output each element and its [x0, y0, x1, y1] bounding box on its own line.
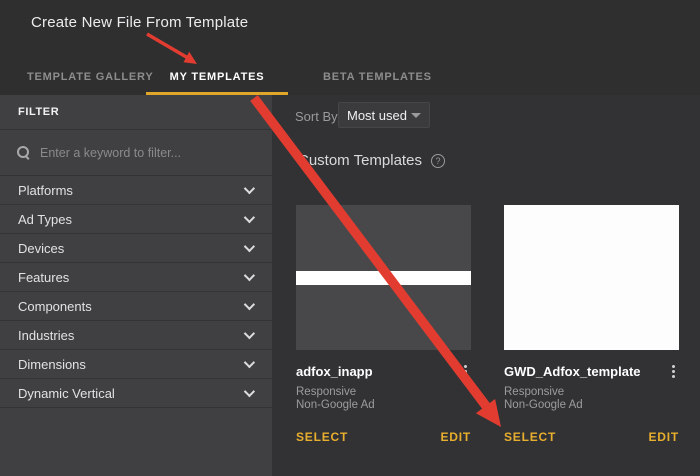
- edit-button[interactable]: EDIT: [648, 430, 679, 444]
- dialog-title: Create New File From Template: [31, 14, 248, 31]
- thumbnail-stripe: [296, 271, 471, 285]
- edit-button[interactable]: EDIT: [440, 430, 471, 444]
- sidebar-item-industries[interactable]: Industries: [0, 321, 272, 350]
- dropdown-caret-icon: [411, 113, 421, 118]
- sidebar-item-platforms[interactable]: Platforms: [0, 176, 272, 205]
- section-title-row: Custom Templates ?: [298, 152, 445, 169]
- sidebar-item-components[interactable]: Components: [0, 292, 272, 321]
- chevron-down-icon: [244, 299, 255, 310]
- template-title: GWD_Adfox_template: [504, 364, 641, 379]
- search-input[interactable]: [40, 146, 256, 160]
- chevron-down-icon: [244, 386, 255, 397]
- template-title: adfox_inapp: [296, 364, 373, 379]
- template-meta: Responsive Non-Google Ad: [504, 386, 679, 412]
- sort-by-dropdown[interactable]: Most used: [338, 102, 430, 128]
- annotation-arrow-small: [147, 34, 197, 64]
- chevron-down-icon: [244, 212, 255, 223]
- chevron-down-icon: [244, 270, 255, 281]
- kebab-menu-icon[interactable]: [460, 364, 471, 379]
- chevron-down-icon: [244, 357, 255, 368]
- search-icon: [16, 145, 31, 160]
- section-title: Custom Templates: [298, 152, 422, 169]
- chevron-down-icon: [244, 241, 255, 252]
- template-meta-ad-type: Non-Google Ad: [296, 399, 471, 412]
- sidebar-item-dynamic-vertical[interactable]: Dynamic Vertical: [0, 379, 272, 408]
- filter-search-row: [0, 130, 272, 176]
- dialog-body: FILTER Platforms Ad Types Devices Featur…: [0, 95, 700, 476]
- templates-panel: Sort By: Most used Custom Templates ? ad…: [272, 95, 700, 476]
- chevron-down-icon: [244, 183, 255, 194]
- template-thumbnail[interactable]: [296, 205, 471, 350]
- sidebar-item-features[interactable]: Features: [0, 263, 272, 292]
- select-button[interactable]: SELECT: [296, 430, 348, 444]
- template-meta: Responsive Non-Google Ad: [296, 386, 471, 412]
- template-meta-responsive: Responsive: [504, 386, 679, 399]
- template-meta-ad-type: Non-Google Ad: [504, 399, 679, 412]
- tab-template-gallery[interactable]: TEMPLATE GALLERY: [27, 71, 153, 83]
- template-card-gwd-adfox-template: GWD_Adfox_template Responsive Non-Google…: [504, 205, 679, 444]
- sidebar-item-dimensions[interactable]: Dimensions: [0, 350, 272, 379]
- filter-header: FILTER: [0, 95, 272, 130]
- select-button[interactable]: SELECT: [504, 430, 556, 444]
- sort-by-value: Most used: [347, 108, 411, 123]
- filter-label: FILTER: [18, 106, 59, 118]
- sort-by-label: Sort By:: [295, 109, 341, 124]
- tab-beta-templates[interactable]: BETA TEMPLATES: [323, 71, 432, 83]
- filter-sidebar: FILTER Platforms Ad Types Devices Featur…: [0, 95, 272, 476]
- chevron-down-icon: [244, 328, 255, 339]
- tab-my-templates[interactable]: MY TEMPLATES: [146, 71, 288, 83]
- template-card-adfox-inapp: adfox_inapp Responsive Non-Google Ad SEL…: [296, 205, 471, 444]
- help-icon[interactable]: ?: [431, 154, 445, 168]
- template-meta-responsive: Responsive: [296, 386, 471, 399]
- create-file-dialog: Create New File From Template TEMPLATE G…: [0, 0, 700, 476]
- template-thumbnail[interactable]: [504, 205, 679, 350]
- sidebar-item-ad-types[interactable]: Ad Types: [0, 205, 272, 234]
- sidebar-item-devices[interactable]: Devices: [0, 234, 272, 263]
- kebab-menu-icon[interactable]: [668, 364, 679, 379]
